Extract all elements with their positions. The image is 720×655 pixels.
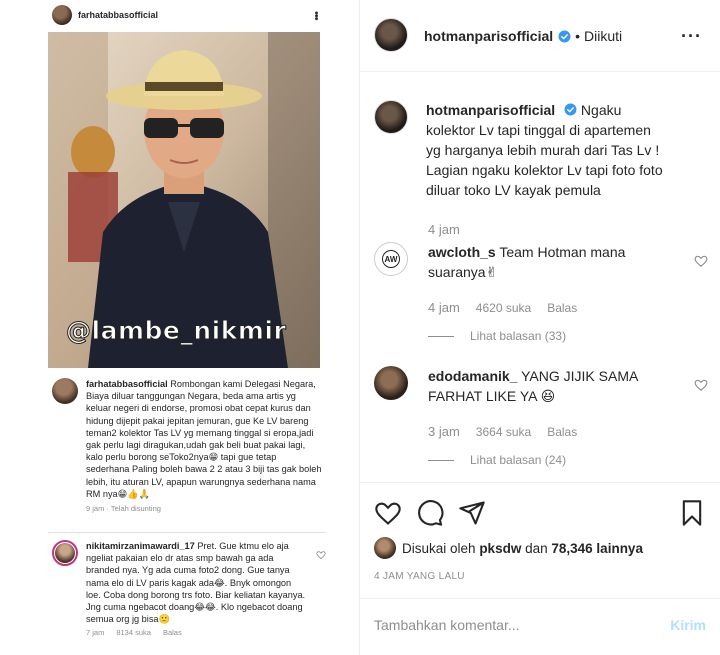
post-date: 4 JAM YANG LALU (374, 571, 465, 582)
comment-text: edodamanik_ YANG JIJIK SAMA FARHAT LIKE … (428, 366, 678, 406)
verified-badge-icon (558, 30, 571, 42)
more-options-icon: ••• (310, 10, 322, 20)
comment-username: nikitamirzanimawardi_17 (86, 541, 195, 551)
likes-and: dan (525, 540, 548, 556)
heart-icon (316, 551, 326, 560)
reply-button[interactable]: Balas (547, 301, 577, 315)
following-button[interactable]: Diikuti (584, 28, 622, 44)
caption-body: Rombongan kami Delegasi Negara, Biaya di… (86, 379, 322, 499)
caption-text: hotmanparisofficial Ngaku kolektor Lv ta… (426, 100, 666, 200)
comment-likes[interactable]: 4620 suka (476, 301, 531, 315)
comment-username[interactable]: edodamanik_ (428, 368, 517, 384)
comment-time[interactable]: 4 jam (428, 300, 460, 315)
embedded-username: farhatabbasofficial (78, 10, 159, 20)
avatar-logo-text: AW (382, 250, 400, 268)
header-username[interactable]: hotmanparisofficial (424, 28, 553, 44)
comment-likes[interactable]: 3664 suka (476, 425, 531, 439)
post-image-panel: farhatabbasofficial ••• @lambe_nikmir fa… (0, 0, 360, 655)
caption-time: 4 jam (428, 222, 460, 237)
comment-item: edodamanik_ YANG JIJIK SAMA FARHAT LIKE … (374, 366, 714, 467)
avatar[interactable] (374, 366, 408, 400)
avatar[interactable]: AW (374, 242, 408, 276)
heart-icon[interactable] (694, 254, 708, 268)
embedded-comment: nikitamirzanimawardi_17 Pret. Gue ktmu e… (52, 540, 326, 637)
comment-meta: 4 jam 4620 suka Balas (428, 300, 714, 315)
comment-meta: 7 jam 8134 suka Balas (86, 628, 322, 637)
share-icon[interactable] (458, 499, 486, 527)
avatar (52, 540, 78, 566)
view-replies-button[interactable]: Lihat balasan (33) (428, 329, 714, 343)
send-button[interactable]: Kirim (670, 617, 706, 633)
comment-time: 7 jam (86, 628, 105, 638)
embedded-comment-text: nikitamirzanimawardi_17 Pret. Gue ktmu e… (86, 540, 306, 625)
post-header: hotmanparisofficial • Diikuti ··· (360, 0, 720, 72)
likes-summary: Disukai oleh pksdw dan 78,346 lainnya (374, 537, 643, 559)
avatar[interactable] (374, 100, 408, 134)
avatar[interactable] (374, 537, 396, 559)
avatar[interactable] (374, 18, 408, 52)
separator: • (575, 28, 581, 44)
divider (48, 532, 326, 533)
likes-count[interactable]: 78,346 lainnya (551, 541, 643, 556)
comment-meta: 3 jam 3664 suka Balas (428, 424, 714, 439)
comment-time[interactable]: 3 jam (428, 424, 460, 439)
comment-input-bar: Kirim (360, 598, 720, 655)
comment-bubble-icon[interactable] (416, 499, 444, 527)
verified-badge-icon (564, 103, 577, 116)
comment-text: awcloth_s Team Hotman mana suaranya✌ (428, 242, 678, 282)
header-user: hotmanparisofficial • Diikuti (424, 28, 622, 44)
caption-username[interactable]: hotmanparisofficial (426, 102, 555, 118)
caption-meta: 9 jam · Telah disunting (86, 504, 161, 514)
bookmark-icon[interactable] (678, 499, 706, 527)
view-replies-label[interactable]: Lihat balasan (33) (470, 329, 566, 343)
reply-button[interactable]: Balas (547, 425, 577, 439)
comment-item: AW awcloth_s Team Hotman mana suaranya✌ … (374, 242, 714, 343)
embedded-photo: @lambe_nikmir (48, 32, 320, 368)
post-actions: Disukai oleh pksdw dan 78,346 lainnya 4 … (360, 482, 720, 592)
more-options-icon[interactable]: ··· (681, 26, 702, 47)
watermark-text: @lambe_nikmir (65, 316, 287, 346)
reply-button: Balas (162, 628, 182, 638)
embedded-caption: farhatabbasofficial Rombongan kami Deleg… (52, 378, 322, 513)
view-replies-label[interactable]: Lihat balasan (24) (470, 453, 566, 467)
embedded-caption-text: farhatabbasofficial Rombongan kami Deleg… (86, 378, 322, 500)
comment-username[interactable]: awcloth_s (428, 244, 496, 260)
heart-icon[interactable] (694, 378, 708, 392)
avatar (52, 5, 72, 25)
comment-likes: 8134 suka (116, 628, 151, 638)
comment-input[interactable] (374, 613, 644, 637)
avatar (52, 378, 78, 404)
comment-body: Pret. Gue ktmu elo aja ngeliat pakaian e… (86, 541, 306, 625)
embedded-post-header: farhatabbasofficial ••• (52, 4, 322, 26)
post-sidebar: hotmanparisofficial • Diikuti ··· hotman… (360, 0, 720, 655)
likes-prefix: Disukai oleh (402, 540, 476, 556)
liker-username[interactable]: pksdw (479, 541, 521, 556)
view-replies-button[interactable]: Lihat balasan (24) (428, 453, 714, 467)
like-heart-icon[interactable] (374, 499, 402, 527)
post-caption: hotmanparisofficial Ngaku kolektor Lv ta… (374, 100, 704, 237)
caption-username: farhatabbasofficial (86, 379, 168, 389)
